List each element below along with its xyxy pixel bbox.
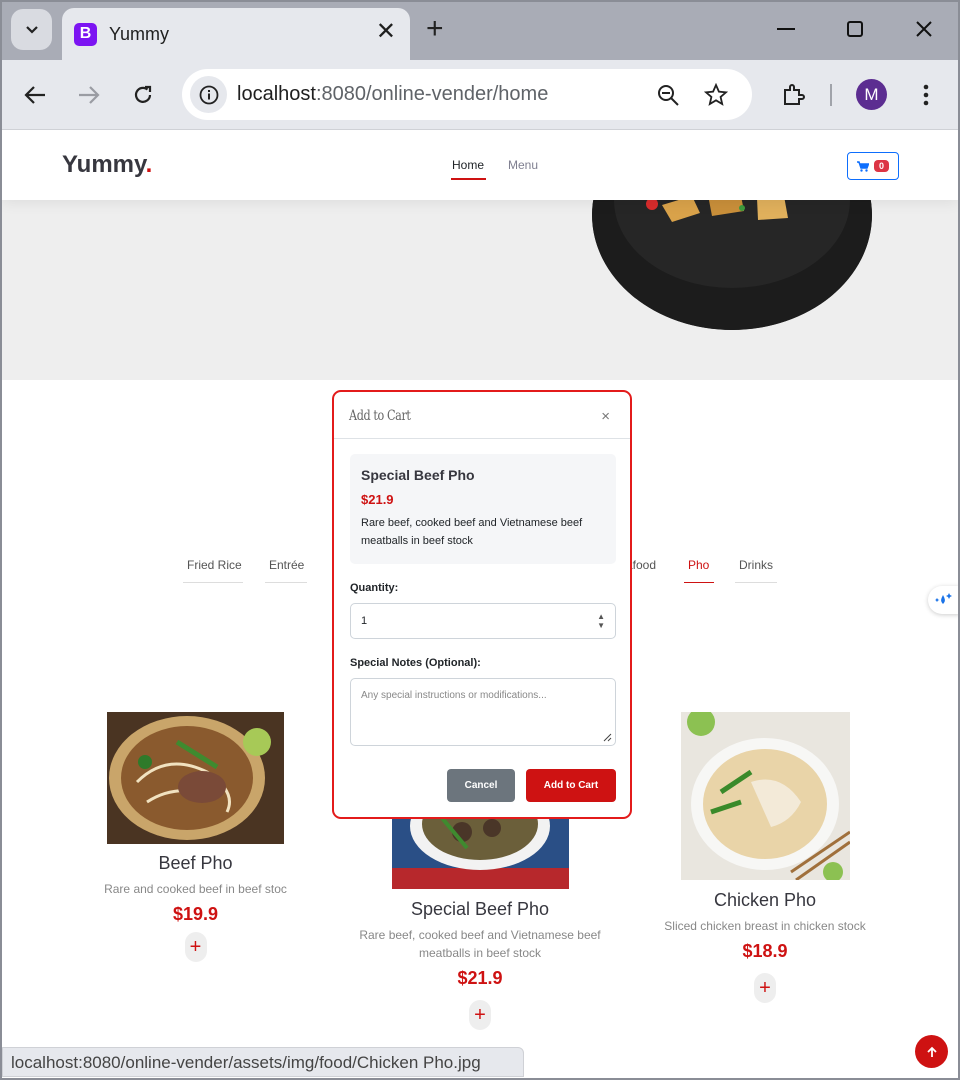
quantity-value: 1 [361,615,368,627]
profile-avatar[interactable]: M [856,79,887,110]
status-bar-url: localhost:8080/online-vender/assets/img/… [2,1047,524,1077]
menu-item-name: Chicken Pho [713,890,817,910]
tab-underline [183,582,243,583]
tab-entree[interactable]: Entrée [269,558,304,572]
spinner-arrows-icon[interactable]: ▲ ▼ [597,612,605,630]
special-beef-pho-image[interactable] [392,818,569,889]
modal-item-price: $21.9 [361,492,394,507]
add-to-cart-modal: Add to Cart × Special Beef Pho $21.9 Rar… [332,390,632,819]
arrow-up-icon [926,1046,937,1057]
quantity-label: Quantity: [350,582,399,594]
toolbar-divider [830,84,832,106]
tab-underline [735,582,777,583]
cancel-button[interactable]: Cancel [447,769,515,802]
menu-item-desc: Rare and cooked beef in beef stoc [104,882,287,896]
address-bar[interactable]: localhost:8080/online-vender/home [182,69,752,120]
modal-header: Add to Cart × [334,392,630,439]
nav-home[interactable]: Home [452,158,484,172]
maximize-icon[interactable] [840,14,870,44]
tab-title: Yummy [109,23,170,44]
notes-placeholder: Any special instructions or modification… [361,690,547,701]
modal-item-name: Special Beef Pho [361,467,475,483]
modal-item-desc: Rare beef, cooked beef and Vietnamese be… [361,517,583,547]
url-text: localhost:8080/online-vender/home [237,83,549,105]
browser-toolbar: localhost:8080/online-vender/home M [0,60,960,130]
tab-close-icon[interactable]: ✕ [376,20,396,44]
chicken-pho-image[interactable] [681,712,850,880]
close-window-icon[interactable] [909,14,939,44]
cart-button[interactable]: 0 [847,152,899,180]
site-logo[interactable]: Yummy. [62,151,152,179]
site-info-icon[interactable] [190,76,227,113]
tab-active-underline [684,582,714,583]
menu-item-name: Beef Pho [158,853,233,873]
add-to-cart-button[interactable]: Add to Cart [526,769,616,802]
notes-label: Special Notes (Optional): [350,657,481,669]
back-icon[interactable] [17,77,53,113]
quantity-stepper[interactable]: 1 ▲ ▼ [350,603,616,639]
nav-menu[interactable]: Menu [508,158,538,172]
reload-icon[interactable] [125,77,161,113]
browser-tab[interactable]: B Yummy ✕ [62,8,410,60]
hero-section [2,131,958,380]
extensions-icon[interactable] [775,77,811,113]
bookmark-star-icon[interactable] [702,81,730,109]
menu-item-name: Special Beef Pho [410,899,550,919]
item-info-box: Special Beef Pho $21.9 Rare beef, cooked… [350,454,616,564]
special-notes-textarea[interactable]: Any special instructions or modification… [350,678,616,746]
forward-icon[interactable] [71,77,107,113]
tab-fried-rice[interactable]: Fried Rice [187,558,242,572]
menu-item-desc: Rare beef, cooked beef and Vietnamese be… [359,928,601,960]
cart-count-badge: 0 [873,160,889,172]
menu-item-desc: Sliced chicken breast in chicken stock [664,919,866,933]
web-page: Yummy. Home Menu 0 Fried Rice Entrée afo… [2,131,958,1078]
sparkle-widget-icon[interactable] [928,586,960,614]
tab-search-button[interactable] [11,9,52,50]
beef-pho-image[interactable] [107,712,284,844]
minimize-icon[interactable] [771,14,801,44]
add-item-button[interactable]: + [754,973,776,1003]
nav-active-underline [451,178,486,180]
tab-pho[interactable]: Pho [688,558,709,572]
menu-item-price: $19.9 [172,904,219,924]
scroll-top-button[interactable] [915,1035,948,1068]
zoom-icon[interactable] [654,81,682,109]
menu-item-price: $21.9 [457,968,503,988]
menu-item-chicken-pho: Chicken Pho Sliced chicken breast in chi… [647,890,883,1003]
modal-title: Add to Cart [349,408,411,424]
tab-drinks[interactable]: Drinks [739,558,773,572]
favicon-icon: B [74,22,97,46]
site-header: Yummy. Home Menu 0 [2,131,958,200]
chevron-down-icon [25,25,38,34]
new-tab-icon[interactable]: + [426,14,444,44]
add-item-button[interactable]: + [184,932,207,962]
browser-tab-bar: B Yummy ✕ + [0,0,960,60]
cart-icon [856,160,869,172]
add-item-button[interactable]: + [469,1000,491,1030]
menu-item-beef-pho: Beef Pho Rare and cooked beef in beef st… [92,853,299,962]
more-menu-icon[interactable] [908,77,944,113]
close-icon[interactable]: × [601,408,610,425]
tab-underline [265,582,307,583]
menu-item-price: $18.9 [742,941,788,961]
resize-handle-icon[interactable] [602,732,612,742]
menu-item-special-beef-pho: Special Beef Pho Rare beef, cooked beef … [342,899,618,1030]
